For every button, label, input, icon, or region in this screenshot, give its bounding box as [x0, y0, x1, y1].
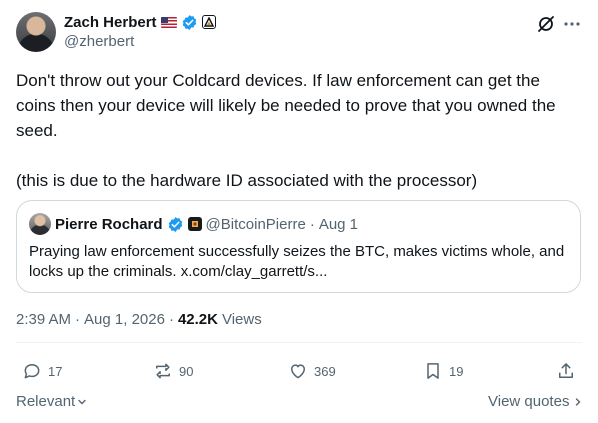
repost-icon: [156, 363, 170, 379]
chevron-down-icon: [78, 399, 86, 404]
view-quotes-link[interactable]: View quotes: [488, 393, 583, 410]
tweet-date[interactable]: Aug 1, 2026: [84, 311, 165, 328]
quoted-tweet[interactable]: Pierre Rochard @BitcoinPierre · Aug 1 Pr…: [16, 200, 581, 293]
reply-sort-dropdown[interactable]: Relevant: [16, 393, 87, 410]
quoted-author-handle: @BitcoinPierre: [205, 215, 306, 233]
like-count: 369: [314, 363, 336, 379]
tweet-time[interactable]: 2:39 AM: [16, 311, 71, 328]
meta-separator: ·: [168, 311, 174, 328]
quoted-date: Aug 1: [318, 215, 359, 233]
divider: [16, 342, 582, 343]
us-flag-icon: [160, 16, 177, 28]
quoted-affiliation-badge-icon: [187, 217, 202, 231]
more-options-icon[interactable]: [562, 14, 582, 34]
quoted-separator: ·: [309, 215, 315, 233]
quoted-tweet-header: Pierre Rochard @BitcoinPierre · Aug 1: [29, 213, 358, 235]
quoted-author-name: Pierre Rochard: [55, 215, 163, 233]
chevron-right-icon: [576, 397, 581, 406]
author-avatar[interactable]: [16, 12, 56, 52]
author-handle[interactable]: @zherbert: [64, 33, 134, 50]
reply-count: 17: [48, 363, 63, 379]
reply-button[interactable]: 17: [22, 356, 62, 386]
grok-icon[interactable]: [536, 14, 556, 34]
meta-separator: ·: [75, 311, 81, 328]
quoted-tweet-text: Praying law enforcement successfully sei…: [29, 243, 565, 280]
share-icon: [559, 363, 573, 378]
author-name-row: Zach Herbert: [64, 12, 216, 32]
views-label: Views: [221, 311, 262, 328]
reply-sort-label: Relevant: [16, 393, 76, 410]
heart-icon: [291, 364, 305, 379]
share-button[interactable]: [556, 356, 576, 386]
author-name[interactable]: Zach Herbert: [64, 14, 157, 31]
repost-count: 90: [179, 363, 194, 379]
affiliation-badge-icon[interactable]: [201, 15, 216, 29]
quoted-author-avatar: [29, 213, 51, 235]
verified-badge-icon[interactable]: [181, 14, 198, 31]
reply-icon: [24, 364, 40, 379]
views-count: 42.2K: [177, 311, 218, 328]
tweet-meta: 2:39 AM · Aug 1, 2026 · 42.2K Views: [16, 311, 262, 328]
bookmark-icon: [427, 363, 439, 379]
tweet-actions: 17 90 369 19: [16, 356, 582, 386]
bookmark-count: 19: [449, 363, 464, 379]
like-button[interactable]: 369: [288, 356, 336, 386]
verified-badge-icon: [168, 216, 182, 232]
bookmark-button[interactable]: 19: [423, 356, 463, 386]
view-quotes-label: View quotes: [488, 393, 570, 410]
repost-button[interactable]: 90: [153, 356, 193, 386]
tweet-text: Don't throw out your Coldcard devices. I…: [16, 71, 556, 190]
